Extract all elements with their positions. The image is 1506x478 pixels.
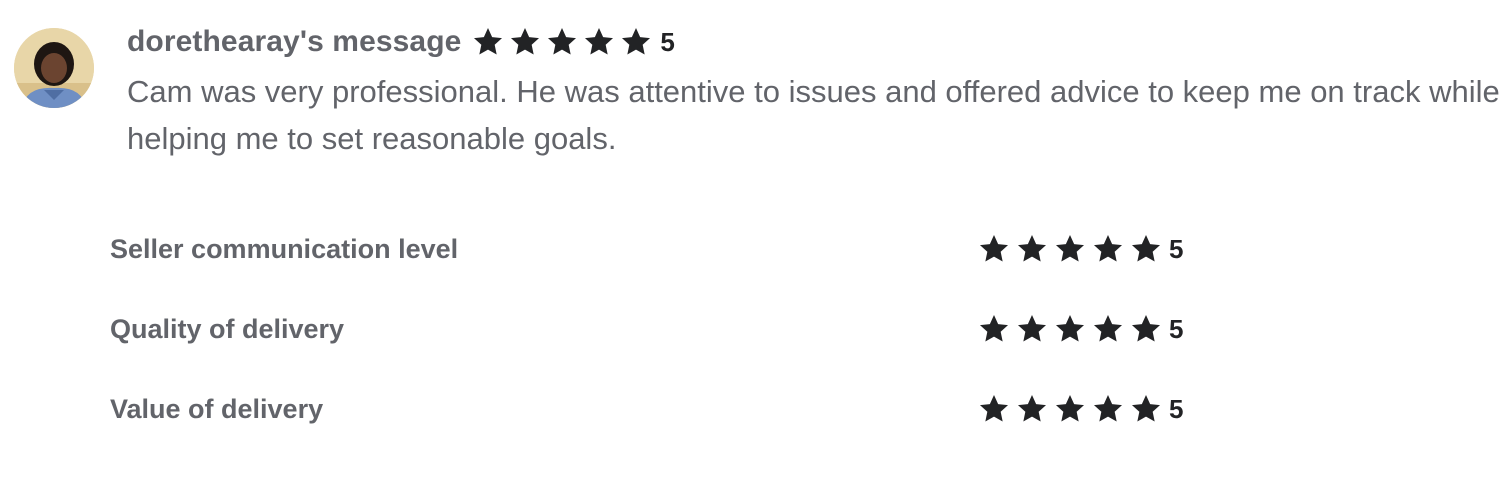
star-icon: [1132, 395, 1160, 422]
breakdown-label: Quality of delivery: [110, 314, 345, 344]
review-star-rating: 5: [471, 26, 675, 58]
star-icon: [474, 28, 503, 55]
star-icon: [980, 315, 1008, 342]
breakdown-star-rating: 5: [977, 309, 1183, 349]
star-icon: [511, 28, 540, 55]
star-icon: [1094, 395, 1122, 422]
star-icon: [1132, 315, 1160, 342]
star-icon: [1056, 235, 1084, 262]
star-icon: [1018, 315, 1046, 342]
breakdown-label: Value of delivery: [110, 394, 324, 424]
review-rating-value: 5: [660, 26, 675, 57]
user-avatar-image: [14, 28, 94, 108]
breakdown-row-communication: Seller communication level 5: [110, 229, 1200, 269]
star-icon: [1018, 395, 1046, 422]
breakdown-rating-value: 5: [1169, 393, 1184, 424]
breakdown-star-rating: 5: [977, 229, 1183, 269]
avatar[interactable]: [14, 28, 94, 108]
star-icon: [1018, 235, 1046, 262]
star-icon: [1094, 235, 1122, 262]
breakdown-rating-value: 5: [1169, 313, 1184, 344]
review-text: Cam was very professional. He was attent…: [127, 74, 1500, 156]
star-icon: [980, 395, 1008, 422]
star-icon: [1056, 395, 1084, 422]
star-icon: [585, 28, 614, 55]
breakdown-star-rating: 5: [977, 389, 1183, 429]
reviewer-username[interactable]: dorethearay's message: [127, 25, 461, 59]
breakdown-row-value: Value of delivery 5: [110, 389, 1200, 429]
breakdown-rating-value: 5: [1169, 233, 1184, 264]
star-icon: [622, 28, 651, 55]
star-icon: [548, 28, 577, 55]
star-icon: [1056, 315, 1084, 342]
breakdown-label: Seller communication level: [110, 234, 459, 264]
star-icon: [980, 235, 1008, 262]
star-icon: [1132, 235, 1160, 262]
breakdown-row-quality: Quality of delivery 5: [110, 309, 1200, 349]
star-icon: [1094, 315, 1122, 342]
review-header: dorethearay's message 5: [127, 22, 675, 62]
